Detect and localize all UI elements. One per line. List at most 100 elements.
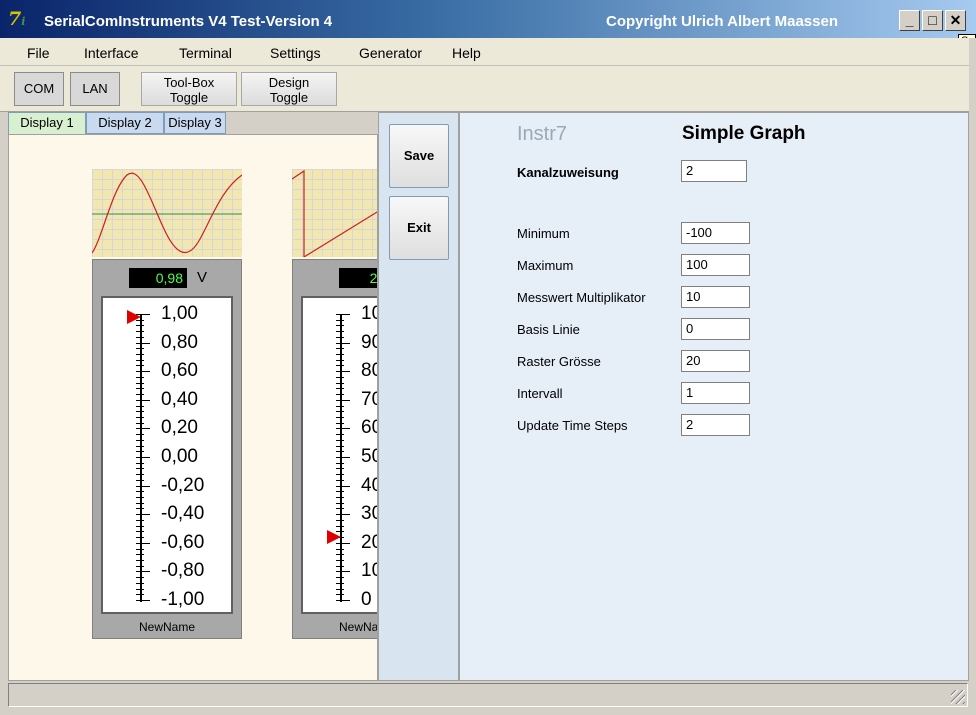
meter-1-unit: V (197, 269, 208, 286)
menu-file[interactable]: File (27, 45, 50, 61)
scale-tick (136, 571, 150, 573)
value-pointer-icon (127, 309, 141, 324)
scale-tick (336, 428, 350, 430)
menu-settings[interactable]: Settings (270, 45, 321, 61)
scale-tick (336, 359, 344, 361)
scale-tick (336, 457, 350, 458)
multiplier-input[interactable]: 10 (681, 286, 750, 308)
tab-display-1[interactable]: Display 1 (8, 112, 86, 135)
scale-tick (336, 376, 344, 378)
instrument-id: Instr7 (517, 123, 568, 145)
scale-tick (336, 479, 344, 481)
scale-tick (136, 514, 150, 516)
meter-2-scale: 1009080706050403020100 (301, 296, 377, 614)
scale-tick (136, 399, 150, 401)
scale-tick (336, 497, 344, 499)
lan-button[interactable]: LAN (70, 72, 120, 106)
scale-label: 0,00 (161, 446, 198, 467)
maximum-label: Maximum (517, 258, 574, 273)
scale-tick (336, 371, 350, 373)
scale-tick (336, 451, 344, 453)
scale-tick (336, 382, 344, 384)
scale-tick (336, 388, 344, 390)
scale-tick (336, 514, 350, 516)
simple-graph-1[interactable] (92, 169, 242, 257)
scale-tick (336, 336, 344, 338)
scale-tick (136, 582, 144, 584)
scale-tick (336, 554, 344, 556)
scale-tick (336, 445, 344, 447)
scale-tick (136, 502, 144, 504)
menu-interface[interactable]: Interface (84, 45, 138, 61)
bar-meter-1[interactable]: 0,98 V 1,00 0,80 0,60 0,40 0,20 0,00 -0,20 -0,4… (92, 259, 242, 639)
scale-tick (136, 428, 150, 430)
scale-tick (136, 485, 150, 487)
scale-label: 80 (361, 360, 377, 382)
scale-tick (136, 525, 144, 527)
scale-tick (336, 525, 344, 527)
menu-help[interactable]: Help (452, 45, 481, 61)
value-pointer-icon (327, 530, 341, 545)
interval-input[interactable]: 1 (681, 382, 750, 404)
display-canvas: 0,98 V 1,00 0,80 0,60 0,40 0,20 0,00 -0,20 -0,4… (8, 134, 378, 681)
scale-label: 20 (361, 531, 377, 553)
save-button[interactable]: Save (389, 124, 449, 188)
scale-tick (336, 365, 344, 367)
exit-button[interactable]: Exit (389, 196, 449, 260)
meter-1-name: NewName (138, 620, 195, 634)
resize-grip-icon[interactable] (951, 690, 965, 704)
maximize-button[interactable]: □ (922, 10, 943, 31)
scale-tick (336, 422, 344, 424)
scale-tick (136, 519, 144, 521)
tab-display-2[interactable]: Display 2 (86, 112, 164, 134)
scale-tick (136, 497, 144, 499)
scale-tick (136, 382, 144, 384)
scale-tick (136, 331, 144, 333)
scale-tick (336, 474, 344, 476)
scale-tick (336, 354, 344, 356)
scale-tick (336, 508, 344, 510)
scale-tick (136, 542, 150, 544)
scale-tick (136, 554, 144, 556)
scale-tick (136, 588, 144, 590)
multiplier-label: Messwert Multiplikator (517, 290, 646, 305)
scale-tick (336, 394, 344, 396)
scale-tick (336, 600, 350, 601)
channel-input[interactable]: 2 (681, 160, 747, 182)
update-steps-input[interactable]: 2 (681, 414, 750, 436)
minimum-input[interactable]: -100 (681, 222, 750, 244)
scale-tick (336, 577, 344, 579)
baseline-input[interactable]: 0 (681, 318, 750, 340)
grid-size-input[interactable]: 20 (681, 350, 750, 372)
settings-panel: Instr7 Simple Graph Kanalzuweisung 2 Min… (459, 112, 969, 681)
design-toggle-button[interactable]: Design Toggle (241, 72, 337, 106)
scale-label: -0,80 (161, 560, 205, 582)
close-button[interactable]: ✕ (945, 10, 966, 31)
scale-tick (336, 588, 344, 590)
minimize-button[interactable]: _ (899, 10, 920, 31)
scale-tick (136, 462, 144, 464)
com-button[interactable]: COM (14, 72, 64, 106)
scale-tick (136, 434, 144, 436)
action-panel: Save Exit (378, 112, 459, 681)
status-bar (8, 683, 968, 707)
scale-tick (336, 314, 350, 315)
tab-display-3[interactable]: Display 3 (164, 112, 226, 134)
scale-tick (336, 491, 344, 493)
menu-terminal[interactable]: Terminal (179, 45, 232, 61)
scale-label: 50 (361, 446, 377, 467)
scale-tick (136, 439, 144, 441)
menu-generator[interactable]: Generator (359, 45, 422, 61)
scale-label: -0,20 (161, 474, 205, 496)
scale-label: -1,00 (161, 589, 205, 610)
scale-tick (336, 502, 344, 504)
design-toggle-label-1: Design (268, 75, 310, 90)
scale-label: -0,40 (161, 503, 205, 525)
maximum-input[interactable]: 100 (681, 254, 750, 276)
bar-meter-2[interactable]: 219 1009080706050403020100 NewName (292, 259, 377, 639)
scale-tick (336, 571, 350, 573)
toolbox-toggle-button[interactable]: Tool-Box Toggle (141, 72, 237, 106)
scale-tick (136, 559, 144, 561)
simple-graph-2[interactable] (292, 169, 377, 257)
scale-tick (336, 434, 344, 436)
